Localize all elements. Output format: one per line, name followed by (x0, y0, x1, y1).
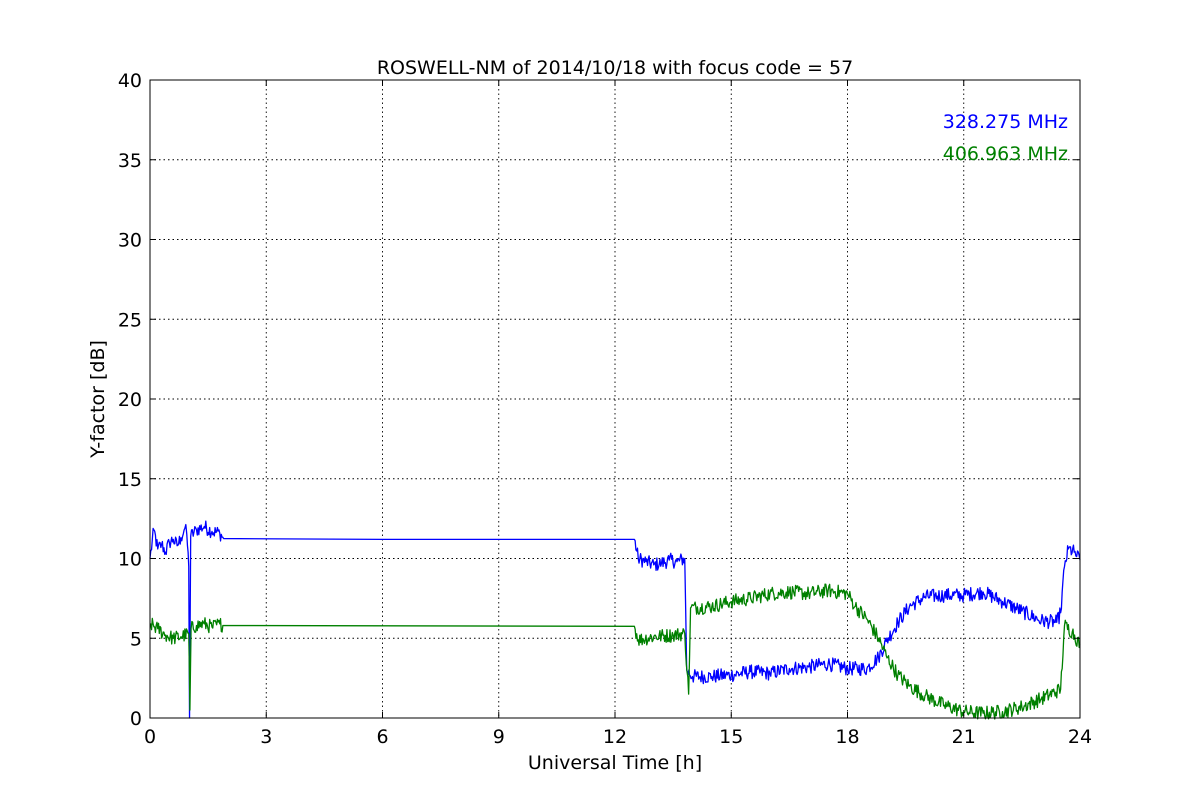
y-tick-label: 35 (118, 150, 142, 172)
y-tick-label: 25 (118, 309, 142, 331)
y-axis-label: Y-factor [dB] (87, 340, 109, 459)
chart-title: ROSWELL-NM of 2014/10/18 with focus code… (377, 57, 853, 79)
y-tick-label: 20 (118, 389, 142, 411)
x-tick-label: 18 (835, 726, 859, 748)
y-tick-label: 0 (130, 708, 142, 730)
chart: ROSWELL-NM of 2014/10/18 with focus code… (87, 57, 1092, 774)
x-tick-label: 3 (260, 726, 272, 748)
y-tick-label: 15 (118, 469, 142, 491)
x-tick-label: 12 (603, 726, 627, 748)
x-tick-label: 6 (376, 726, 388, 748)
legend: 328.275 MHz 406.963 MHz (943, 111, 1068, 165)
x-tick-label: 0 (144, 726, 156, 748)
y-tick-label: 40 (118, 70, 142, 92)
legend-entry-1: 328.275 MHz (943, 111, 1068, 133)
y-tick-label: 5 (130, 628, 142, 650)
x-tick-label: 24 (1068, 726, 1092, 748)
x-tick-label: 21 (952, 726, 976, 748)
tick-layer: 0 3 6 9 12 15 18 21 24 0 5 10 15 20 25 30 35 40 (118, 70, 1092, 748)
legend-entry-2: 406.963 MHz (943, 143, 1068, 165)
y-tick-label: 30 (118, 230, 142, 252)
x-tick-label: 9 (493, 726, 505, 748)
x-axis-label: Universal Time [h] (528, 752, 702, 774)
x-tick-label: 15 (719, 726, 743, 748)
grid-layer (149, 79, 1081, 719)
y-tick-label: 10 (118, 549, 142, 571)
